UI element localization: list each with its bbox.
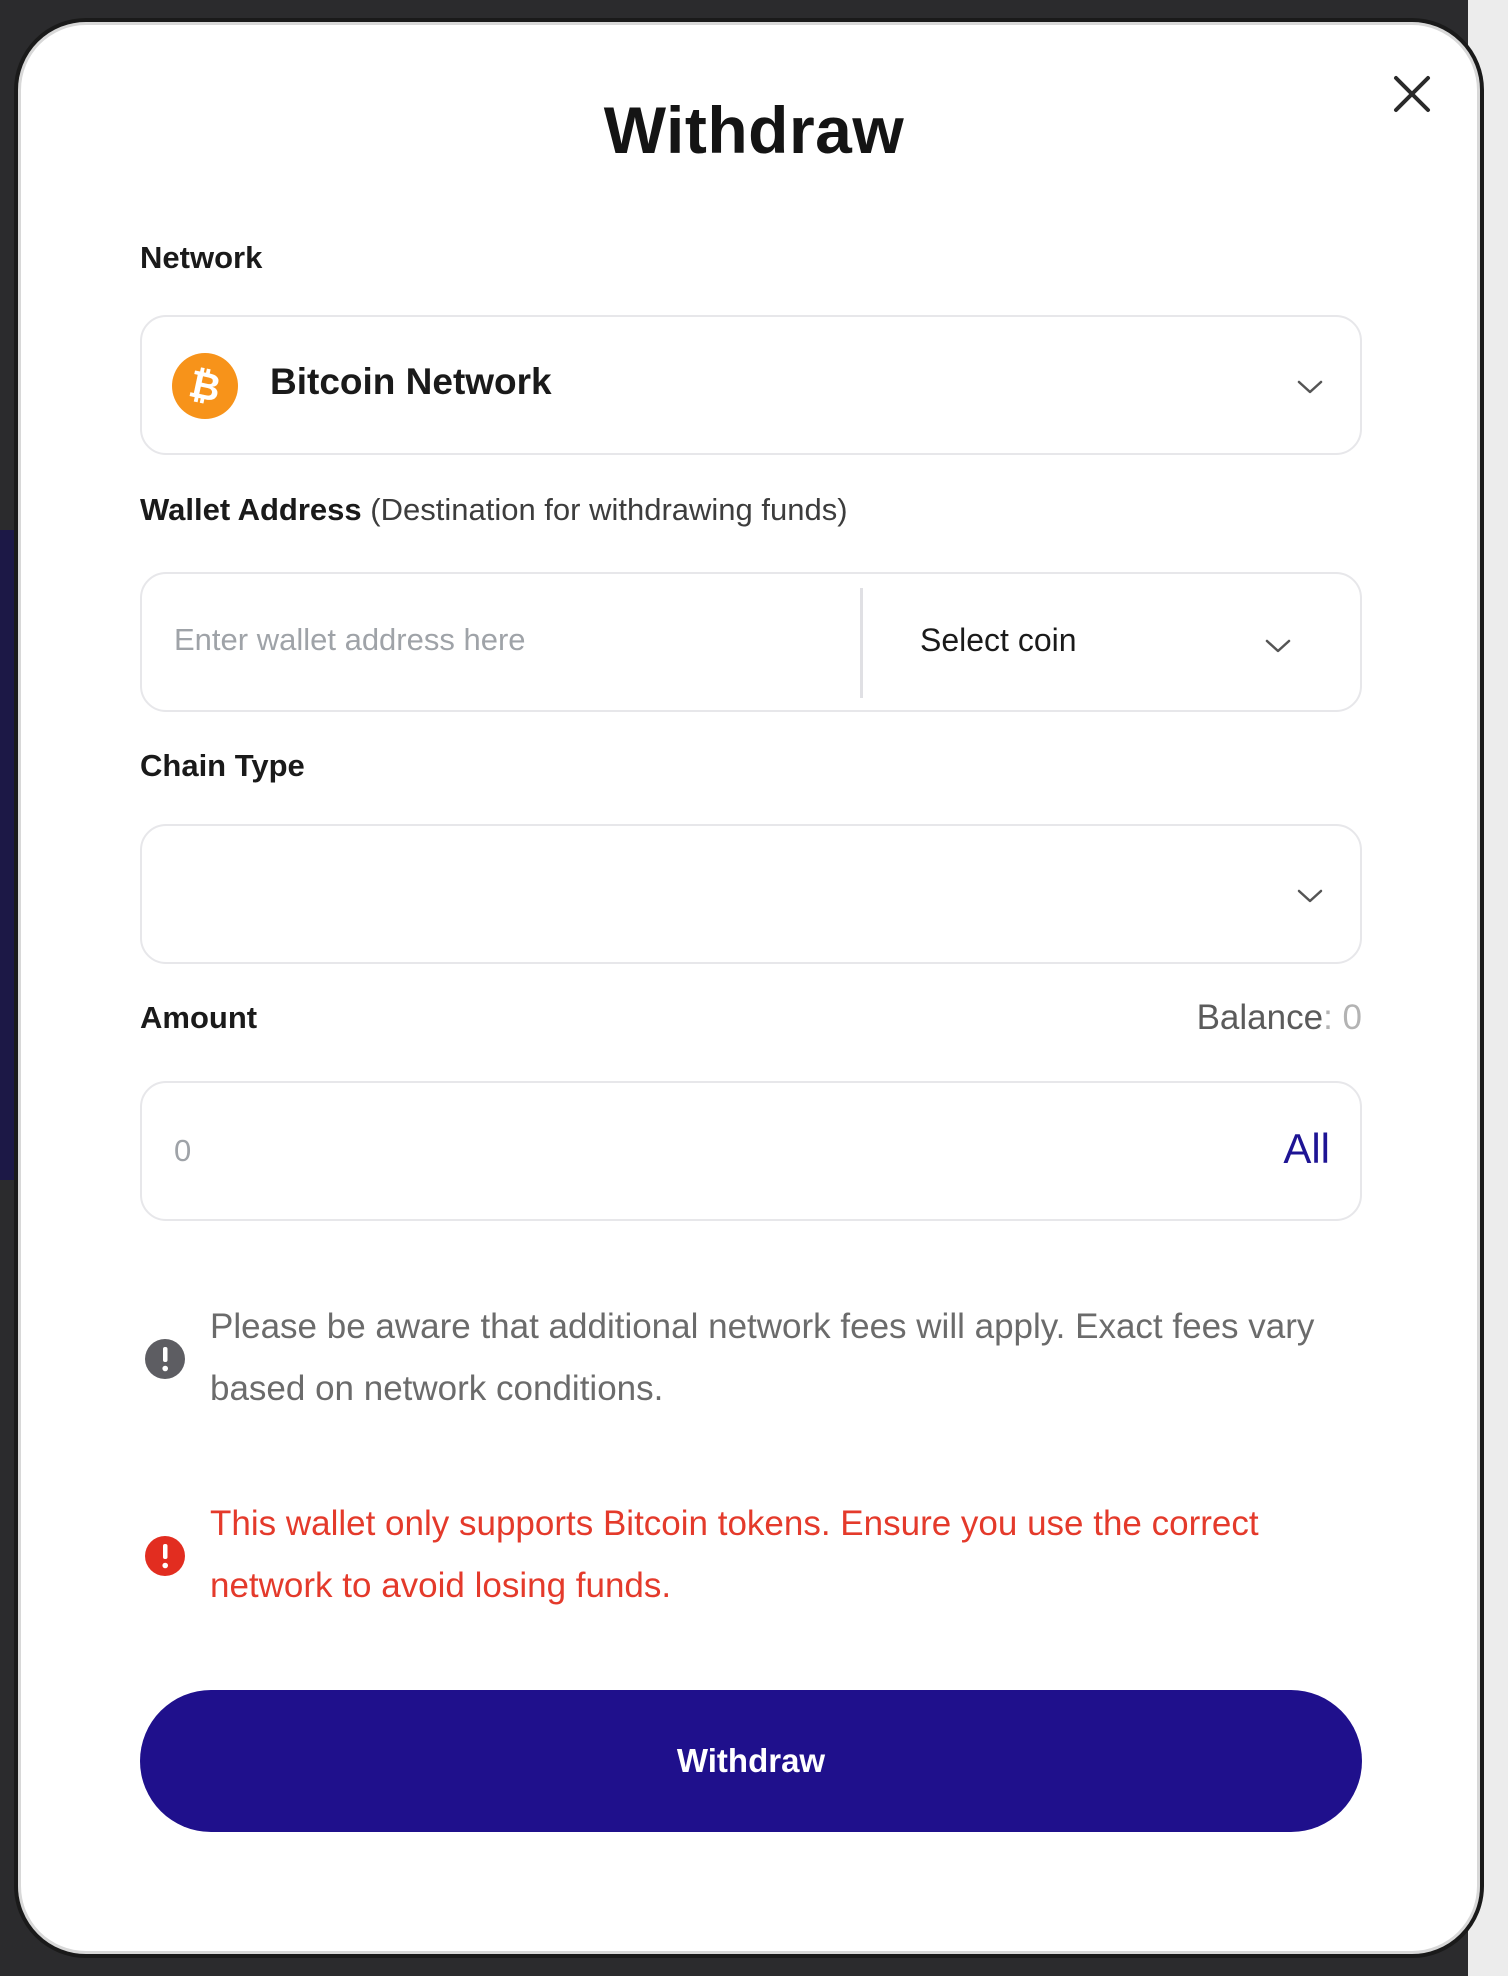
network-select[interactable]: ₿ Bitcoin Network (140, 315, 1362, 455)
all-amount-button[interactable]: All (1283, 1125, 1330, 1173)
chevron-down-icon (1265, 639, 1291, 653)
balance-value: 0 (1342, 998, 1362, 1037)
balance-separator: : (1323, 998, 1333, 1037)
wallet-address-input[interactable]: Enter wallet address here (174, 622, 526, 658)
bitcoin-icon: ₿ (172, 353, 238, 419)
field-divider (860, 588, 863, 698)
chevron-down-icon (1297, 380, 1323, 394)
amount-field: 0 All (140, 1081, 1362, 1221)
network-label: Network (140, 240, 263, 275)
wallet-address-group: Enter wallet address here Select coin (140, 572, 1362, 712)
chain-type-label: Chain Type (140, 748, 305, 783)
balance-label: Balance (1196, 998, 1324, 1037)
chain-type-select[interactable] (140, 824, 1362, 964)
balance-display: Balance: 0 (1197, 998, 1362, 1038)
withdraw-modal (14, 18, 1484, 1958)
network-fee-notice: Please be aware that additional network … (210, 1307, 1315, 1408)
select-coin-dropdown[interactable]: Select coin (920, 622, 1077, 659)
chevron-down-icon (1297, 889, 1323, 903)
error-exclamation-icon (145, 1536, 185, 1576)
amount-input[interactable]: 0 (174, 1133, 191, 1169)
network-warning-notice: This wallet only supports Bitcoin tokens… (210, 1504, 1259, 1605)
withdraw-button[interactable]: Withdraw (140, 1690, 1362, 1832)
wallet-address-hint: (Destination for withdrawing funds) (370, 492, 848, 527)
amount-label: Amount (140, 1000, 258, 1035)
network-selected-value: Bitcoin Network (270, 361, 552, 402)
wallet-address-label-text: Wallet Address (140, 492, 362, 527)
wallet-address-label: Wallet Address (Destination for withdraw… (140, 492, 848, 528)
info-exclamation-icon (145, 1339, 185, 1379)
modal-title: Withdraw (603, 93, 905, 167)
